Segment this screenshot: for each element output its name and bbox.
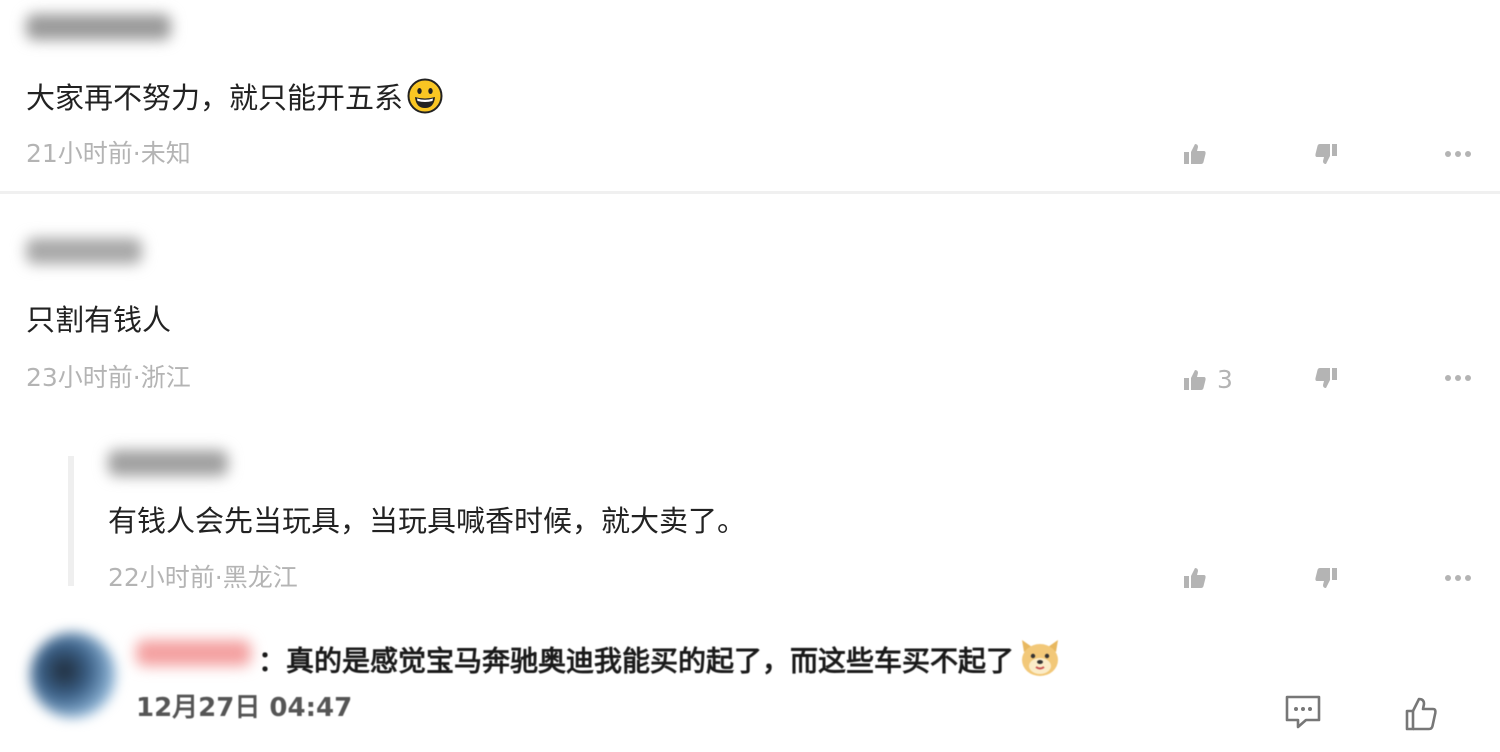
comment-thread: 大家再不努力，就只能开五系 21小时前·未知 只割有钱人 23小时前·浙江 3 … <box>0 0 1500 752</box>
reply-meta: 22小时前·黑龙江 <box>108 563 298 592</box>
dislike-button[interactable] <box>1314 142 1338 166</box>
grinning-face-icon <box>407 78 443 122</box>
username-blurred[interactable] <box>136 640 251 666</box>
more-button[interactable] <box>1444 150 1472 158</box>
username-blurred[interactable] <box>108 450 228 476</box>
comment-timestamp: 12月27日 04:47 <box>136 693 353 723</box>
thumbs-up-icon <box>1184 568 1206 588</box>
name-separator: ： <box>258 644 287 678</box>
thumbs-up-icon <box>1184 370 1206 390</box>
dislike-button[interactable] <box>1314 566 1338 590</box>
bottom-comment-body: 真的是感觉宝马奔驰奥迪我能买的起了，而这些车买不起了 <box>286 644 1015 678</box>
thumbs-down-icon <box>1315 144 1337 164</box>
like-count: 3 <box>1217 365 1233 394</box>
like-button[interactable]: 3 <box>1183 365 1233 395</box>
more-dots-icon <box>1445 575 1471 581</box>
thumbs-down-icon <box>1315 368 1337 388</box>
comment-text: 只割有钱人 <box>26 303 172 337</box>
comment-bubble-icon <box>1285 695 1321 729</box>
reply-text: 有钱人会先当玩具，当玩具喊香时候，就大卖了。 <box>108 504 747 538</box>
more-dots-icon <box>1445 151 1471 157</box>
like-button[interactable] <box>1183 142 1217 166</box>
comment-text: 大家再不努力，就只能开五系 <box>26 78 443 122</box>
like-button[interactable] <box>1404 696 1438 732</box>
comment-divider <box>0 191 1500 194</box>
thumbs-up-icon <box>1184 144 1206 164</box>
avatar[interactable] <box>30 632 116 718</box>
username-blurred[interactable] <box>26 14 171 40</box>
comment-meta: 23小时前·浙江 <box>26 363 191 392</box>
thumbs-up-icon <box>1405 697 1437 731</box>
username-blurred[interactable] <box>26 238 142 264</box>
more-button[interactable] <box>1444 374 1472 382</box>
reply-button[interactable] <box>1284 694 1322 730</box>
comment-meta: 21小时前·未知 <box>26 139 191 168</box>
dislike-button[interactable] <box>1314 366 1338 390</box>
more-dots-icon <box>1445 375 1471 381</box>
like-button[interactable] <box>1183 566 1207 590</box>
bottom-comment-text: ：真的是感觉宝马奔驰奥迪我能买的起了，而这些车买不起了 <box>258 638 1062 687</box>
thumbs-down-icon <box>1315 568 1337 588</box>
doge-face-icon <box>1018 638 1062 687</box>
more-button[interactable] <box>1444 574 1472 582</box>
comment-body: 大家再不努力，就只能开五系 <box>26 81 404 115</box>
reply-indent-bar <box>68 456 74 586</box>
